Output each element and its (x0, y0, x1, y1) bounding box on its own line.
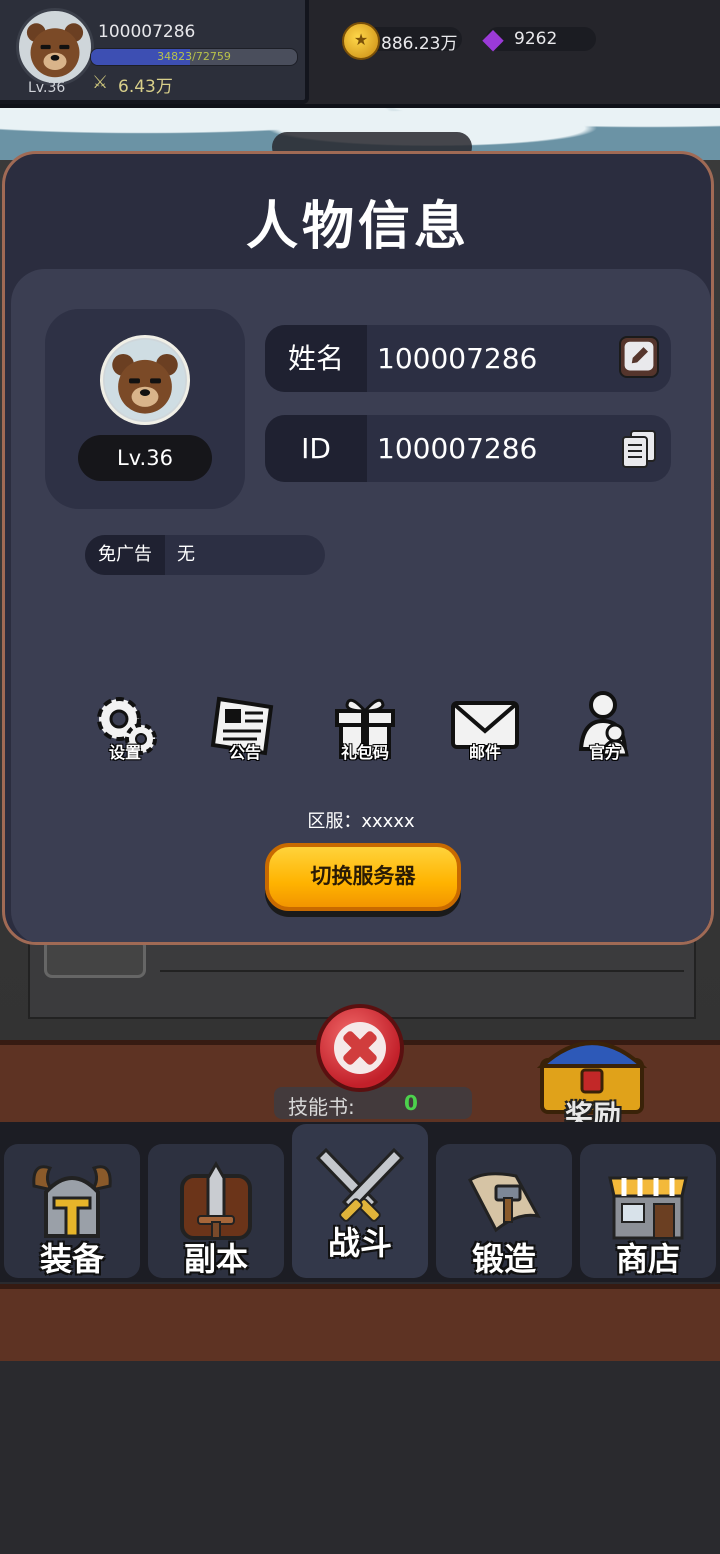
gem-icon: ◆ (482, 22, 504, 55)
id-row: ID 100007286 (265, 415, 671, 482)
skill-book-count: 0 (404, 1091, 418, 1115)
wood-strip-bottom (0, 1284, 720, 1366)
id-key: ID (265, 415, 367, 482)
level-badge: Lv.36 (78, 435, 212, 481)
notice-label: 公告 (228, 743, 261, 762)
coin-amount: 886.23万 (381, 34, 458, 54)
settings-label: 设置 (108, 743, 141, 762)
top-status-bar: Lv.36 100007286 34823/72759 ⚔ 6.43万 ★ 88… (0, 0, 720, 108)
gem-amount: 9262 (514, 29, 558, 49)
name-value: 100007286 (377, 342, 538, 375)
tab-shop[interactable]: 商店 (580, 1144, 716, 1278)
skill-book-label: 技能书: (288, 1095, 355, 1119)
bottom-empty-area (0, 1361, 720, 1554)
player-panel[interactable]: Lv.36 100007286 34823/72759 ⚔ 6.43万 (0, 0, 309, 104)
edit-name-button[interactable] (619, 336, 659, 378)
modal-title: 人物信息 (245, 197, 470, 257)
bear-avatar-icon (20, 12, 90, 82)
tab-equipment[interactable]: 装备 (4, 1144, 140, 1278)
ad-free-value: 无 (177, 544, 195, 565)
gift-code-label: 礼包码 (340, 743, 389, 762)
tab-shop-label: 商店 (615, 1240, 680, 1278)
player-info-modal: 人物信息 Lv.36 姓名 100007286 ID 100007286 免广告… (2, 151, 714, 945)
tab-dungeon[interactable]: 副本 (148, 1144, 284, 1278)
name-key: 姓名 (265, 325, 367, 392)
official-label: 官方 (588, 743, 621, 762)
combat-power: 6.43万 (118, 77, 173, 97)
crossed-swords-power-icon: ⚔ (92, 72, 109, 93)
modal-body: Lv.36 姓名 100007286 ID 100007286 免广告 无 设置… (11, 269, 711, 942)
tab-forge[interactable]: 锻造 (436, 1144, 572, 1278)
tab-dungeon-label: 副本 (183, 1240, 248, 1278)
modal-menu: 设置 公告 礼包码 邮件 官方 (11, 689, 711, 779)
tab-equipment-label: 装备 (39, 1240, 104, 1278)
mail-label: 邮件 (468, 743, 501, 762)
server-text: 区服：xxxxx (307, 811, 415, 832)
player-name: 100007286 (98, 22, 196, 42)
gift-code-button[interactable]: 礼包码 (315, 689, 415, 779)
exp-text: 34823/72759 (157, 50, 231, 63)
notice-button[interactable]: 公告 (195, 689, 295, 779)
ad-free-key: 免广告 (85, 535, 165, 575)
name-row: 姓名 100007286 (265, 325, 671, 392)
bear-avatar-icon (104, 339, 186, 421)
ad-free-row: 免广告 无 (85, 535, 325, 575)
profile-avatar[interactable] (100, 335, 190, 425)
bottom-nav-bar: 装备 副本 战斗 锻造 商店 (0, 1122, 720, 1282)
mail-button[interactable]: 邮件 (435, 689, 535, 779)
skill-book-bar: 技能书: 0 (274, 1087, 472, 1119)
close-button[interactable] (316, 1004, 404, 1092)
avatar-card: Lv.36 (45, 309, 245, 509)
official-button[interactable]: 官方 (555, 689, 655, 779)
tab-battle[interactable]: 战斗 (292, 1124, 428, 1278)
id-value: 100007286 (377, 432, 538, 465)
list-divider (160, 970, 684, 972)
close-icon (334, 1022, 386, 1074)
exp-bar: 34823/72759 (90, 48, 298, 66)
tab-forge-label: 锻造 (471, 1240, 536, 1278)
switch-server-button[interactable]: 切换服务器 (265, 843, 461, 911)
player-level: Lv.36 (28, 80, 66, 96)
copy-id-button[interactable] (619, 427, 659, 469)
coin-icon: ★ (342, 22, 380, 60)
avatar[interactable] (16, 8, 94, 86)
settings-button[interactable]: 设置 (75, 689, 175, 779)
tab-battle-label: 战斗 (327, 1224, 392, 1262)
